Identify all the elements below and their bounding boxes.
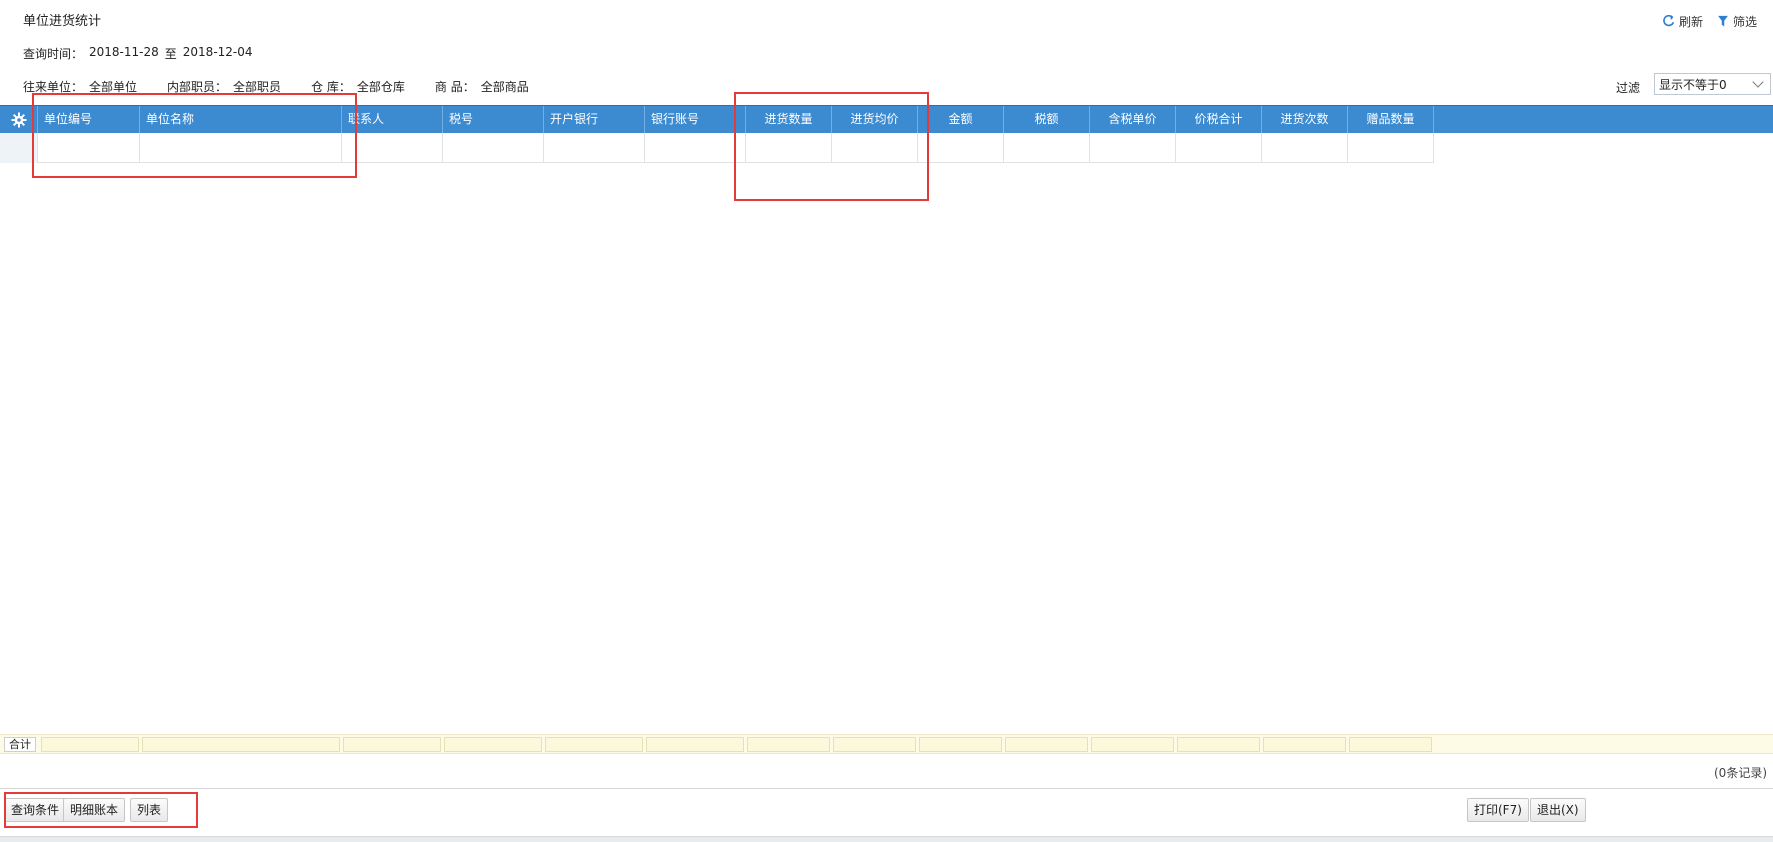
column-header-gift-qty[interactable]: 赠品数量 — [1348, 106, 1434, 134]
refresh-button[interactable]: 刷新 — [1662, 13, 1703, 30]
table-cell[interactable] — [1176, 133, 1262, 163]
filter-select[interactable]: 显示不等于0 — [1654, 73, 1771, 95]
filter-button[interactable]: 筛选 — [1717, 13, 1757, 30]
record-count: (0条记录) — [1714, 766, 1767, 780]
exit-button[interactable]: 退出(X) — [1530, 798, 1586, 822]
refresh-label: 刷新 — [1678, 15, 1703, 29]
total-cell — [1177, 737, 1260, 752]
condition-value: 全部单位 — [89, 80, 138, 94]
table-cell[interactable] — [746, 133, 832, 163]
table-cell[interactable] — [1348, 133, 1434, 163]
column-header-bank[interactable]: 开户银行 — [544, 106, 645, 134]
column-header-tax-inclusive-price[interactable]: 含税单价 — [1090, 106, 1176, 134]
table-cell[interactable] — [443, 133, 544, 163]
filter-selected-value: 显示不等于0 — [1659, 77, 1727, 92]
column-header-unit-code[interactable]: 单位编号 — [38, 106, 140, 134]
total-cell — [545, 737, 643, 752]
query-time: 查询时间： 2018-11-28 至 2018-12-04 — [23, 45, 253, 62]
condition-partner: 往来单位： 全部单位 — [23, 78, 137, 95]
filter-label: 筛选 — [1732, 15, 1757, 29]
table-cell[interactable] — [1262, 133, 1348, 163]
totals-row: 合计 — [0, 734, 1773, 754]
column-header-unit-name[interactable]: 单位名称 — [140, 106, 342, 134]
refresh-icon — [1662, 15, 1675, 28]
query-end-date: 2018-12-04 — [182, 45, 253, 59]
column-header-total-with-tax[interactable]: 价税合计 — [1176, 106, 1262, 134]
total-cell — [747, 737, 830, 752]
condition-product: 商 品： 全部商品 — [435, 78, 529, 95]
condition-label: 仓 库： — [311, 80, 351, 94]
query-conditions-button[interactable]: 查询条件 — [4, 798, 67, 822]
column-header-contact[interactable]: 联系人 — [342, 106, 443, 134]
page-title: 单位进货统计 — [23, 14, 102, 29]
list-view-button[interactable]: 列表 — [130, 798, 169, 822]
total-cell — [646, 737, 744, 752]
table-cell[interactable] — [38, 133, 140, 163]
total-cell — [833, 737, 916, 752]
print-button[interactable]: 打印(F7) — [1467, 798, 1529, 822]
column-header-purchase-qty[interactable]: 进货数量 — [746, 106, 832, 134]
total-cell — [1349, 737, 1432, 752]
table-cell[interactable] — [645, 133, 746, 163]
status-bar — [0, 836, 1773, 842]
table-cell[interactable] — [918, 133, 1004, 163]
column-header-purchase-count[interactable]: 进货次数 — [1262, 106, 1348, 134]
total-cell — [444, 737, 542, 752]
condition-label: 内部职员： — [167, 80, 228, 94]
total-cell — [343, 737, 441, 752]
detail-ledger-button[interactable]: 明细账本 — [63, 798, 126, 822]
footer-divider — [0, 788, 1773, 789]
query-time-label: 查询时间： — [23, 47, 84, 61]
column-header-tax-amount[interactable]: 税额 — [1004, 106, 1090, 134]
column-header-bank-account[interactable]: 银行账号 — [645, 106, 746, 134]
condition-label: 商 品： — [434, 80, 475, 94]
total-cell — [1005, 737, 1088, 752]
table-cell[interactable] — [1004, 133, 1090, 163]
condition-staff: 内部职员： 全部职员 — [167, 78, 281, 95]
total-cell — [1091, 737, 1174, 752]
table-cell[interactable] — [1090, 133, 1176, 163]
table-row[interactable] — [0, 133, 1434, 163]
condition-bar: 往来单位： 全部单位 内部职员： 全部职员 仓 库： 全部仓库 商 品： 全部商… — [23, 78, 551, 95]
total-cell — [1263, 737, 1346, 752]
column-header-avg-price[interactable]: 进货均价 — [832, 106, 918, 134]
table-cell[interactable] — [544, 133, 645, 163]
condition-value: 全部商品 — [480, 80, 529, 94]
total-cell — [41, 737, 139, 752]
table-cell[interactable] — [342, 133, 443, 163]
condition-label: 往来单位： — [23, 80, 84, 94]
funnel-icon — [1717, 15, 1729, 28]
chevron-down-icon — [1752, 76, 1764, 88]
grid-header: 单位编号 单位名称 联系人 税号 开户银行 银行账号 进货数量 进货均价 金额 … — [0, 105, 1773, 134]
query-start-date: 2018-11-28 — [89, 45, 159, 59]
header-actions: 刷新 筛选 — [1662, 13, 1757, 30]
condition-value: 全部职员 — [233, 80, 282, 94]
condition-value: 全部仓库 — [356, 80, 405, 94]
condition-warehouse: 仓 库： 全部仓库 — [311, 78, 405, 95]
gear-icon — [11, 112, 26, 128]
row-indicator — [0, 133, 38, 163]
table-cell[interactable] — [832, 133, 918, 163]
column-settings-button[interactable] — [0, 106, 38, 134]
total-cell — [919, 737, 1002, 752]
column-header-amount[interactable]: 金额 — [918, 106, 1004, 134]
total-cell — [142, 737, 340, 752]
query-to-label: 至 — [164, 47, 177, 61]
column-header-tax-id[interactable]: 税号 — [443, 106, 544, 134]
totals-label: 合计 — [4, 737, 36, 752]
table-cell[interactable] — [140, 133, 342, 163]
filter-dropdown-label: 过滤 — [1616, 81, 1641, 95]
